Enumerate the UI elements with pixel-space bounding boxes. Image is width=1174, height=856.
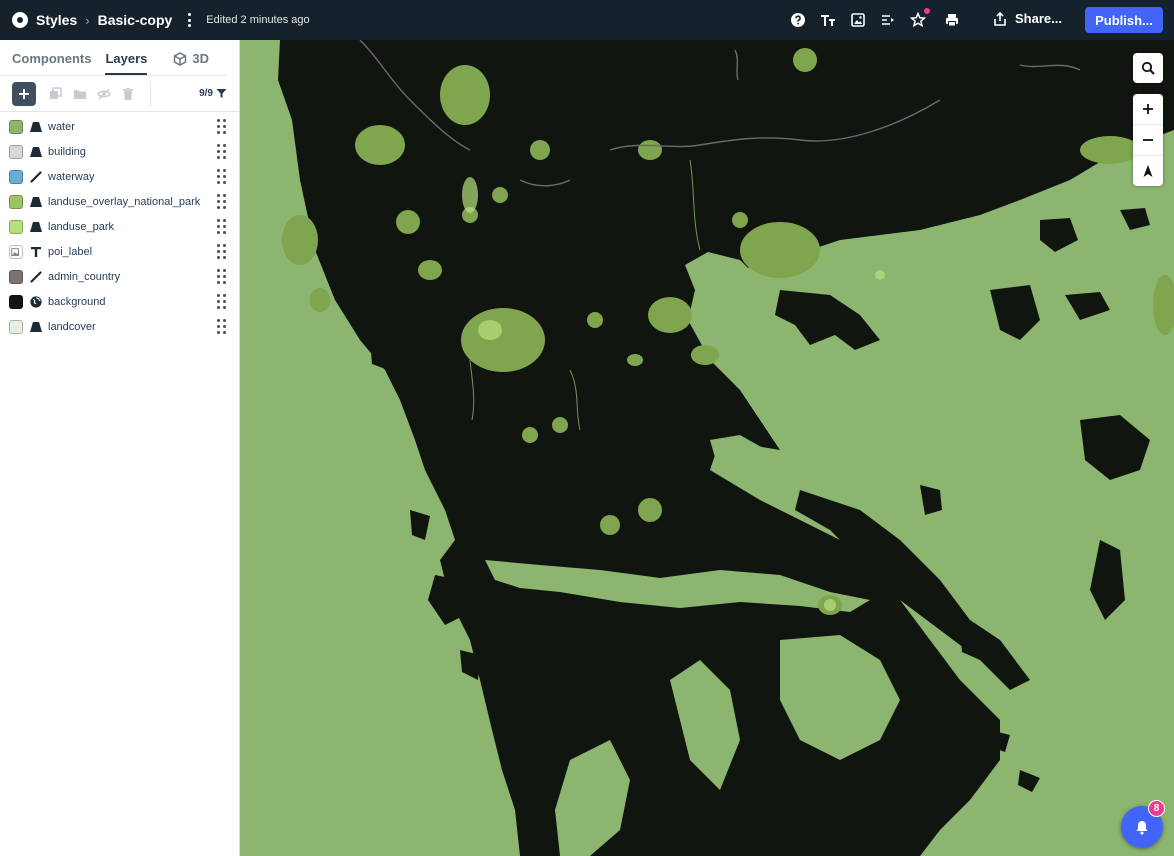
share-button[interactable]: Share... [993, 11, 1062, 26]
layer-row-waterway[interactable]: waterway [0, 164, 239, 189]
toolbar-divider [150, 81, 151, 106]
publish-button[interactable]: Publish... [1085, 7, 1163, 33]
layer-name: poi_label [48, 245, 93, 258]
layer-row-water[interactable]: water [0, 114, 239, 139]
layer-list: water building waterway landuse_overlay_nat… [0, 112, 239, 339]
bell-icon [1136, 821, 1148, 835]
drag-handle-icon[interactable] [217, 269, 227, 284]
breadcrumb-chevron-icon: › [85, 12, 90, 28]
tab-3d-label: 3D [192, 51, 209, 66]
layer-color-swatch[interactable] [9, 119, 23, 134]
plus-icon [19, 88, 29, 99]
fill-icon [29, 220, 43, 234]
filter-icon [216, 89, 227, 98]
add-layer-button[interactable] [12, 81, 36, 106]
fill-icon [29, 320, 43, 334]
search-icon [1141, 61, 1155, 75]
tab-layers[interactable]: Layers [105, 51, 148, 75]
layer-color-swatch[interactable] [9, 319, 23, 334]
layer-row-landcover[interactable]: landcover [0, 314, 239, 339]
layer-color-swatch[interactable] [9, 294, 23, 309]
layer-color-swatch[interactable] [9, 244, 23, 259]
extensions-badge [924, 8, 930, 14]
layer-color-swatch[interactable] [9, 269, 23, 284]
fill-icon [29, 145, 43, 159]
folder-icon[interactable] [72, 86, 88, 102]
map-render[interactable] [240, 40, 1174, 856]
style-name[interactable]: Basic-copy [98, 12, 173, 28]
drag-handle-icon[interactable] [217, 119, 227, 134]
print-icon[interactable] [944, 12, 960, 28]
layer-name: waterway [48, 170, 95, 183]
legend-icon[interactable] [880, 12, 896, 28]
sidebar-tabs: Components Layers 3D [0, 40, 227, 76]
layer-name: water [48, 120, 75, 133]
symbol-icon [29, 245, 43, 259]
breadcrumb-styles[interactable]: Styles [36, 12, 77, 28]
layer-name: admin_country [48, 270, 121, 283]
zoom-in-button[interactable] [1133, 94, 1163, 124]
drag-handle-icon[interactable] [217, 219, 227, 234]
drag-handle-icon[interactable] [217, 194, 227, 209]
extensions-icon[interactable] [910, 8, 930, 28]
layer-name: landcover [48, 320, 96, 333]
layer-row-landuse-park[interactable]: landuse_park [0, 214, 239, 239]
layer-name: background [48, 295, 106, 308]
map-search-control [1133, 53, 1163, 83]
map-canvas[interactable] [240, 40, 1174, 856]
layer-color-swatch[interactable] [9, 169, 23, 184]
map-nav-control [1133, 94, 1163, 186]
layer-row-building[interactable]: building [0, 139, 239, 164]
style-menu-icon[interactable] [182, 11, 196, 29]
layer-color-swatch[interactable] [9, 219, 23, 234]
cube-icon [174, 51, 187, 66]
line-icon [29, 170, 43, 184]
drag-handle-icon[interactable] [217, 294, 227, 309]
layer-name: landuse_overlay_national_park [48, 195, 201, 208]
layer-row-poi-label[interactable]: poi_label [0, 239, 239, 264]
map-search-button[interactable] [1133, 53, 1163, 83]
layer-row-background[interactable]: background [0, 289, 239, 314]
zoom-in-icon [1143, 104, 1153, 114]
top-bar: Styles › Basic-copy Edited 2 minutes ago… [0, 0, 1174, 40]
compass-icon [1143, 165, 1153, 177]
typography-icon[interactable] [820, 12, 836, 28]
tab-3d[interactable]: 3D [173, 51, 209, 75]
layer-color-swatch[interactable] [9, 144, 23, 159]
image-icon[interactable] [850, 12, 866, 28]
drag-handle-icon[interactable] [217, 319, 227, 334]
compass-button[interactable] [1133, 156, 1163, 186]
layer-toolbar: 9/9 [0, 76, 239, 112]
layer-row-admin-country[interactable]: admin_country [0, 264, 239, 289]
duplicate-icon[interactable] [48, 86, 64, 102]
zoom-out-icon [1143, 139, 1153, 141]
toolbar-icons [790, 0, 960, 40]
mapbox-logo-icon[interactable] [12, 12, 28, 28]
layers-sidebar: Components Layers 3D 9/9 water building wa… [0, 40, 240, 856]
layer-row-landuse-overlay-national-park[interactable]: landuse_overlay_national_park [0, 189, 239, 214]
help-icon[interactable] [790, 12, 806, 28]
share-icon [994, 11, 1006, 26]
drag-handle-icon[interactable] [217, 244, 227, 259]
share-label: Share... [1015, 11, 1062, 26]
trash-icon[interactable] [120, 86, 136, 102]
drag-handle-icon[interactable] [217, 169, 227, 184]
layer-count: 9/9 [199, 88, 213, 99]
drag-handle-icon[interactable] [217, 144, 227, 159]
notification-count-badge: 8 [1148, 800, 1165, 817]
line-icon [29, 270, 43, 284]
edited-status: Edited 2 minutes ago [206, 14, 310, 26]
zoom-out-button[interactable] [1133, 125, 1163, 155]
globe-icon [29, 295, 43, 309]
layer-color-swatch[interactable] [9, 194, 23, 209]
hide-icon[interactable] [96, 86, 112, 102]
fill-icon [29, 195, 43, 209]
tab-components[interactable]: Components [12, 51, 91, 75]
layer-filter-button[interactable]: 9/9 [199, 88, 227, 99]
layer-name: landuse_park [48, 220, 115, 233]
fill-icon [29, 120, 43, 134]
layer-name: building [48, 145, 86, 158]
